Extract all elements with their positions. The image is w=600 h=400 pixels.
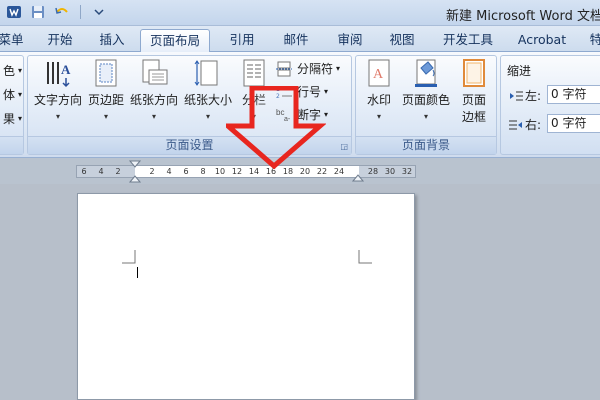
page-background-group-label: 页面背景	[356, 136, 496, 154]
save-icon[interactable]	[28, 3, 48, 21]
red-down-arrow-icon	[226, 86, 326, 170]
page-color-button[interactable]: 页面颜色 ▾	[400, 58, 452, 121]
indent-left-label: 左:	[509, 87, 541, 104]
ruler-tick: 28	[367, 167, 379, 176]
themes-group-label	[0, 136, 23, 154]
ruler-tick: 32	[401, 167, 413, 176]
ruler-tick: 2	[149, 167, 155, 176]
orientation-icon	[142, 59, 168, 85]
theme-colors-button[interactable]: 色 ▾	[3, 62, 22, 79]
ribbon-tabs: 菜单 开始 插入 页面布局 引用 邮件 审阅 视图 开发工具 Acrobat 特	[0, 26, 600, 52]
tab-home[interactable]: 开始	[40, 29, 80, 52]
indent-title: 缩进	[507, 64, 532, 78]
ruler-tick: 6	[81, 167, 87, 176]
quick-access-toolbar	[4, 3, 109, 21]
paragraph-group: 缩进 左: 0 字符 右: 0 字符	[500, 55, 600, 155]
page-borders-icon	[463, 59, 485, 87]
crop-mark-top-left-icon	[122, 250, 136, 264]
customize-qat-icon[interactable]	[89, 3, 109, 21]
watermark-button[interactable]: A 水印 ▾	[359, 58, 399, 121]
first-line-indent-marker-icon[interactable]	[129, 160, 141, 184]
indent-right-input[interactable]: 0 字符	[547, 114, 600, 133]
qat-separator	[80, 5, 81, 19]
breaks-icon	[276, 61, 292, 76]
tab-insert[interactable]: 插入	[92, 29, 132, 52]
page-color-icon	[415, 59, 437, 87]
theme-effects-button[interactable]: 果 ▾	[3, 110, 22, 127]
ruler-tick: 6	[183, 167, 189, 176]
page-borders-button[interactable]: 页面 边框	[454, 58, 494, 125]
tab-menu[interactable]: 菜单	[0, 29, 28, 52]
breaks-button[interactable]: 分隔符 ▾	[276, 60, 340, 77]
tab-view[interactable]: 视图	[382, 29, 422, 52]
page-size-icon	[194, 60, 218, 86]
tab-special[interactable]: 特	[584, 29, 600, 52]
document-page[interactable]	[77, 193, 415, 400]
indent-left-icon	[510, 91, 523, 100]
columns-icon	[243, 59, 265, 87]
window-title: 新建 Microsoft Word 文档	[446, 9, 600, 24]
ruler-tick: 10	[214, 167, 226, 176]
page-setup-dialog-launcher-icon[interactable]: ◲	[340, 142, 348, 151]
word-logo-icon[interactable]	[4, 3, 24, 21]
crop-mark-top-right-icon	[358, 250, 372, 264]
margins-button[interactable]: 页边距 ▾	[86, 58, 126, 121]
tab-developer[interactable]: 开发工具	[436, 29, 500, 52]
ruler-tick: 30	[384, 167, 396, 176]
text-cursor	[137, 267, 138, 278]
indent-right-label: 右:	[509, 116, 541, 133]
text-direction-icon: A	[47, 62, 71, 88]
ruler-tick: 2	[115, 167, 121, 176]
indent-right-icon	[509, 120, 522, 129]
watermark-icon: A	[368, 59, 390, 87]
orientation-button[interactable]: 纸张方向 ▾	[128, 58, 180, 121]
margins-icon	[95, 59, 117, 87]
undo-icon[interactable]	[52, 3, 72, 21]
svg-text:A: A	[373, 67, 384, 82]
ruler-tick: 8	[200, 167, 206, 176]
theme-fonts-button[interactable]: 体 ▾	[3, 86, 22, 103]
page-background-group: A 水印 ▾ 页面颜色 ▾ 页面 边框 页面背景	[355, 55, 497, 155]
ruler-tick: 4	[98, 167, 104, 176]
text-direction-button[interactable]: A 文字方向 ▾	[32, 58, 84, 121]
title-bar: 新建 Microsoft Word 文档	[0, 0, 600, 26]
ruler-tick: 24	[333, 167, 345, 176]
right-indent-marker-icon[interactable]	[352, 168, 364, 184]
themes-group: 色 ▾ 体 ▾ 果 ▾	[0, 55, 24, 155]
tab-page-layout[interactable]: 页面布局	[140, 29, 210, 52]
indent-left-input[interactable]: 0 字符	[547, 85, 600, 104]
tab-references[interactable]: 引用	[222, 29, 262, 52]
ruler-tick: 4	[166, 167, 172, 176]
svg-text:A: A	[61, 62, 71, 77]
tab-review[interactable]: 审阅	[330, 29, 370, 52]
tab-acrobat[interactable]: Acrobat	[512, 29, 572, 52]
tab-mailings[interactable]: 邮件	[276, 29, 316, 52]
